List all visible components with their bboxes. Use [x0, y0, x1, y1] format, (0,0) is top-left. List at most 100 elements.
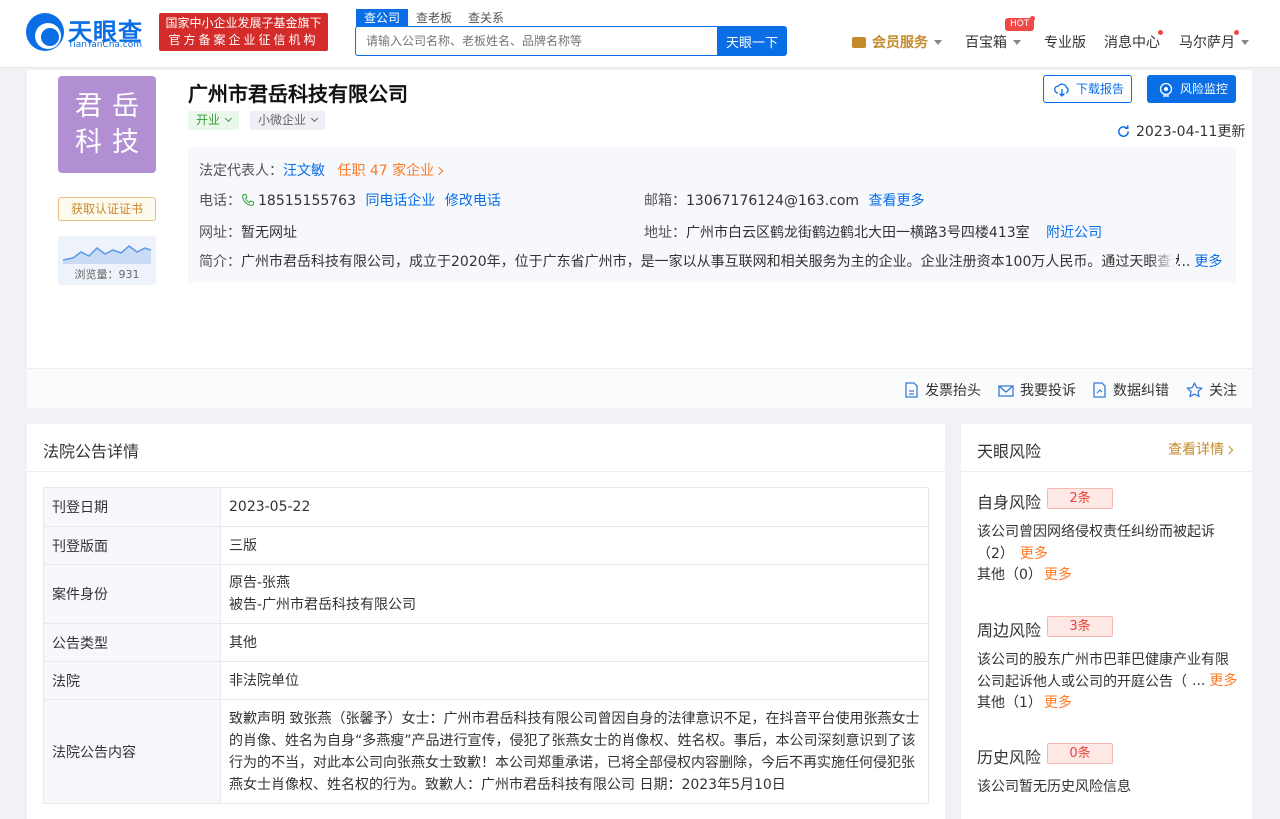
history-risk-title: 历史风险	[977, 748, 1042, 767]
surrounding-risk-other-more[interactable]: 更多	[1044, 695, 1072, 711]
surrounding-risk-count[interactable]: 3条	[1047, 616, 1113, 637]
edit-phone-link[interactable]: 修改电话	[445, 193, 501, 209]
tab-search-relation[interactable]: 查关系	[460, 9, 512, 27]
tianyancha-logo[interactable]: 天眼查 TianYanCha.com	[26, 12, 150, 52]
badge-line-1: 国家中小企业发展子基金旗下	[165, 16, 322, 30]
row-key: 法院	[43, 661, 221, 700]
same-phone-link[interactable]: 同电话企业	[365, 193, 435, 209]
address-row: 地址：广州市白云区鹤龙街鹤边鹤北大田一横路3号四楼413室 附近公司	[644, 222, 1102, 242]
follow-label: 关注	[1209, 383, 1237, 399]
table-row: 刊登版面 三版	[43, 526, 929, 565]
intro-more-link[interactable]: ... 更多	[1177, 251, 1222, 271]
legal-rep-row: 法定代表人：汪文敏 任职 47 家企业	[199, 160, 444, 180]
positions-label: 任职 47 家企业	[337, 163, 435, 179]
row-key: 法院公告内容	[43, 699, 221, 804]
email-row: 邮箱：13067176124@163.com 查看更多	[644, 190, 925, 210]
phone-row: 电话： 18515155763 同电话企业 修改电话	[199, 190, 501, 210]
self-risk-more[interactable]: 更多	[1020, 546, 1048, 562]
row-key: 刊登版面	[43, 526, 221, 565]
official-badge[interactable]: 国家中小企业发展子基金旗下 官方备案企业征信机构	[159, 13, 328, 51]
phone-icon	[241, 194, 254, 207]
defendant: 被告-广州市君岳科技有限公司	[229, 597, 417, 613]
view-detail-link[interactable]: 查看详情	[1168, 439, 1234, 459]
search-button[interactable]: 天眼一下	[717, 26, 787, 56]
invoice-label: 发票抬头	[925, 383, 981, 399]
update-time[interactable]: 2023-04-11更新	[1116, 121, 1245, 141]
complaint-label: 我要投诉	[1020, 383, 1076, 399]
chevron-down-icon	[1013, 40, 1021, 45]
get-certificate-button[interactable]: 获取认证证书	[58, 197, 156, 221]
message-center-link[interactable]: 消息中心	[1104, 32, 1160, 52]
row-value: 非法院单位	[220, 661, 929, 700]
table-row: 公告类型 其他	[43, 623, 929, 662]
status-label: 开业	[196, 113, 221, 127]
notification-dot-icon	[1030, 16, 1035, 21]
views-sparkline-icon	[63, 245, 151, 264]
monitor-label: 风险监控	[1180, 82, 1229, 96]
status-tag[interactable]: 开业	[188, 111, 240, 130]
website-label: 网址：	[199, 225, 241, 241]
self-risk-other-more[interactable]: 更多	[1044, 567, 1072, 583]
row-key: 案件身份	[43, 564, 221, 624]
nearby-companies-link[interactable]: 附近公司	[1046, 225, 1102, 241]
download-report-button[interactable]: 下载报告	[1043, 75, 1132, 103]
intro-more-label: 更多	[1194, 254, 1223, 270]
user-name: 马尔萨月	[1179, 35, 1235, 51]
toolbox-menu[interactable]: 百宝箱	[965, 32, 1021, 52]
website-row: 网址：暂无网址	[199, 222, 297, 242]
risk-monitor-button[interactable]: 风险监控	[1147, 75, 1236, 103]
view-more-link[interactable]: 查看更多	[869, 193, 925, 209]
legal-rep-label: 法定代表人：	[199, 163, 283, 179]
row-value: 2023-05-22	[220, 487, 929, 527]
self-risk-count[interactable]: 2条	[1047, 488, 1113, 509]
company-logo: 君岳 科技	[58, 76, 156, 173]
divider	[27, 471, 945, 472]
data-correction-button[interactable]: 数据纠错	[1092, 380, 1169, 400]
history-risk-text: 该公司暂无历史风险信息	[977, 779, 1131, 795]
size-tag[interactable]: 小微企业	[250, 111, 326, 130]
surrounding-risk-title: 周边风险	[977, 621, 1042, 640]
crown-icon	[852, 37, 866, 48]
download-label: 下载报告	[1076, 82, 1125, 96]
user-dot-icon	[1234, 30, 1239, 35]
risk-card-title: 天眼风险	[977, 442, 1042, 461]
pro-version-link[interactable]: 专业版	[1044, 32, 1086, 52]
legal-rep-link[interactable]: 汪文敏	[283, 163, 325, 179]
vip-label: 会员服务	[872, 35, 928, 51]
chevron-down-icon	[934, 40, 942, 45]
intro-label: 简介：	[199, 254, 241, 270]
row-key: 公告类型	[43, 623, 221, 662]
chevron-right-icon	[434, 166, 444, 176]
self-risk-title: 自身风险	[977, 493, 1042, 512]
chevron-down-icon	[1241, 40, 1249, 45]
website-value: 暂无网址	[241, 225, 297, 241]
complaint-button[interactable]: 我要投诉	[998, 380, 1076, 400]
toolbox-label: 百宝箱	[965, 35, 1007, 51]
invoice-title-button[interactable]: 发票抬头	[904, 380, 981, 400]
row-value: 致歉声明 致张燕（张馨予）女士：广州市君岳科技有限公司曾因自身的法律意识不足，在…	[220, 699, 929, 804]
surrounding-risk-more-group: ... 更多	[1186, 671, 1244, 693]
views-chart: 浏览量：931	[58, 236, 156, 285]
address-value: 广州市白云区鹤龙街鹤边鹤北大田一横路3号四楼413室	[686, 225, 1030, 241]
search-tabs: 查公司 查老板 查关系	[356, 9, 512, 27]
email-label: 邮箱：	[644, 193, 686, 209]
search-input[interactable]	[355, 26, 717, 56]
self-risk-other: 其他（0）	[977, 567, 1042, 583]
row-value: 原告-张燕被告-广州市君岳科技有限公司	[220, 564, 929, 624]
table-row: 案件身份 原告-张燕被告-广州市君岳科技有限公司	[43, 564, 929, 624]
history-risk-count[interactable]: 0条	[1047, 743, 1113, 764]
vip-service-menu[interactable]: 会员服务	[852, 32, 942, 52]
invoice-icon	[905, 382, 918, 398]
plaintiff: 原告-张燕	[229, 575, 291, 591]
tab-search-company[interactable]: 查公司	[356, 9, 409, 27]
surrounding-risk-other: 其他（1）	[977, 695, 1042, 711]
table-row: 法院公告内容 致歉声明 致张燕（张馨予）女士：广州市君岳科技有限公司曾因自身的法律…	[43, 699, 929, 804]
phone-number[interactable]: 18515155763	[258, 193, 356, 209]
positions-link[interactable]: 任职 47 家企业	[337, 163, 444, 179]
email-value[interactable]: 13067176124@163.com	[686, 193, 859, 209]
follow-button[interactable]: 关注	[1186, 380, 1237, 400]
tab-search-boss[interactable]: 查老板	[408, 9, 460, 27]
surrounding-risk-more[interactable]: 更多	[1209, 673, 1237, 689]
user-menu[interactable]: 马尔萨月	[1179, 32, 1249, 52]
intro-text: 广州市君岳科技有限公司，成立于2020年，位于广东省广州市，是一家以从事互联网和…	[241, 254, 1179, 270]
